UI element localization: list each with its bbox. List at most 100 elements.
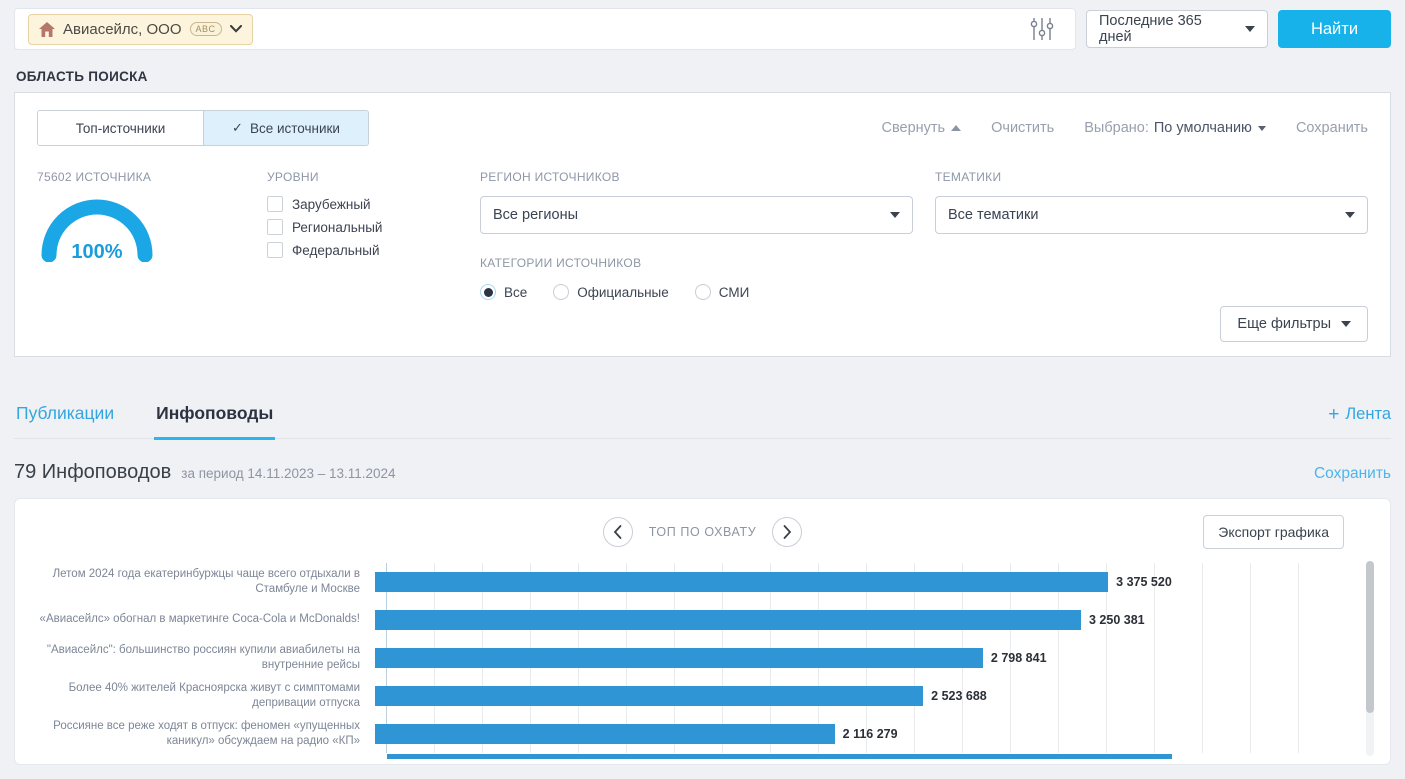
chart-row: Летом 2024 года екатеринбуржцы чаще всег…	[39, 563, 1322, 601]
tab-publications[interactable]: Публикации	[14, 403, 116, 440]
tab-infopovody[interactable]: Инфоповоды	[154, 403, 275, 440]
sources-tab-label: Все источники	[250, 121, 340, 136]
content-tabs: Публикации Инфоповоды + Лента	[14, 403, 1391, 439]
topics-block: ТЕМАТИКИ Все тематики	[935, 170, 1368, 300]
collapse-link[interactable]: Свернуть	[882, 120, 962, 136]
results-heading: 79 Инфоповодов за период 14.11.2023 – 13…	[14, 461, 1391, 484]
bar-cell: 2 523 688	[374, 677, 1322, 715]
period-select-value: Последние 365 дней	[1099, 13, 1235, 45]
chart-rows: Летом 2024 года екатеринбуржцы чаще всег…	[39, 563, 1322, 753]
checkbox[interactable]	[267, 196, 283, 212]
bar-label: Летом 2024 года екатеринбуржцы чаще всег…	[39, 567, 374, 597]
sources-count-label: 75602 ИСТОЧНИКА	[37, 170, 267, 184]
bar-value-label: 3 250 381	[1089, 613, 1145, 627]
plus-icon: +	[1328, 405, 1339, 424]
level-option-2[interactable]: Федеральный	[267, 242, 480, 258]
bar[interactable]	[375, 572, 1108, 592]
radio-button[interactable]	[480, 284, 496, 300]
region-select[interactable]: Все регионы	[480, 196, 913, 234]
filter-sliders-icon[interactable]	[1022, 9, 1062, 49]
search-area-panel: Топ-источники ✓Все источники Свернуть Очи…	[14, 92, 1391, 357]
chart-body: Летом 2024 года екатеринбуржцы чаще всег…	[39, 563, 1322, 759]
category-option-1[interactable]: Официальные	[553, 284, 669, 300]
export-chart-button[interactable]: Экспорт графика	[1203, 515, 1344, 549]
page: Авиасейлс, ООО ABC Последние 365 дней На…	[0, 0, 1405, 765]
bar[interactable]	[375, 648, 983, 668]
chevron-down-icon	[1345, 212, 1355, 218]
region-title: РЕГИОН ИСТОЧНИКОВ	[480, 170, 913, 184]
checkbox[interactable]	[267, 242, 283, 258]
bar-value-label: 3 375 520	[1116, 575, 1172, 589]
home-icon	[39, 22, 55, 37]
period-select[interactable]: Последние 365 дней	[1086, 10, 1268, 48]
sources-mode-tabs: Топ-источники ✓Все источники	[37, 110, 369, 146]
preset-select[interactable]: Выбрано: По умолчанию	[1084, 120, 1266, 136]
level-option-label: Региональный	[292, 220, 382, 235]
results-count: 79 Инфоповодов	[14, 461, 171, 484]
bar-cell: 2 116 279	[374, 715, 1322, 753]
top-bar: Авиасейлс, ООО ABC Последние 365 дней На…	[14, 8, 1391, 50]
bar[interactable]	[375, 686, 923, 706]
levels-title: УРОВНИ	[267, 170, 480, 184]
chart-row: "Авиасейлс": большинство россиян купили …	[39, 639, 1322, 677]
results-period: за период 14.11.2023 – 13.11.2024	[181, 466, 395, 481]
bar-label: "Авиасейлс": большинство россиян купили …	[39, 643, 374, 673]
company-chip[interactable]: Авиасейлс, ООО ABC	[28, 14, 253, 45]
bar-cell: 2 798 841	[374, 639, 1322, 677]
query-builder-bar[interactable]: Авиасейлс, ООО ABC	[14, 8, 1076, 50]
bar[interactable]	[375, 724, 835, 744]
bar-label: Россияне все реже ходят в отпуск: феноме…	[39, 719, 374, 749]
chevron-up-icon	[951, 125, 961, 131]
chart-scrollbar[interactable]	[1366, 561, 1374, 756]
topics-select[interactable]: Все тематики	[935, 196, 1368, 234]
chart-row: Более 40% жителей Красноярска живут с си…	[39, 677, 1322, 715]
chart-header: ТОП ПО ОХВАТУ Экспорт графика	[37, 515, 1368, 549]
level-option-label: Зарубежный	[292, 197, 371, 212]
more-filters-button[interactable]: Еще фильтры	[1220, 306, 1368, 342]
level-option-1[interactable]: Региональный	[267, 219, 480, 235]
categories-title: КАТЕГОРИИ ИСТОЧНИКОВ	[480, 256, 913, 270]
save-preset-link[interactable]: Сохранить	[1296, 120, 1368, 136]
chart-card: ТОП ПО ОХВАТУ Экспорт графика Летом 2024…	[14, 498, 1391, 765]
save-results-link[interactable]: Сохранить	[1314, 465, 1391, 483]
sources-tab-1[interactable]: ✓Все источники	[203, 111, 368, 145]
bar-label: «Авиасейлс» обогнал в маркетинге Coca-Co…	[39, 612, 374, 627]
checkbox[interactable]	[267, 219, 283, 235]
chevron-down-icon	[230, 25, 242, 33]
clear-link[interactable]: Очистить	[991, 120, 1054, 136]
level-option-0[interactable]: Зарубежный	[267, 196, 480, 212]
chevron-down-icon	[1341, 321, 1351, 327]
radio-button[interactable]	[695, 284, 711, 300]
chart-scrollbar-thumb[interactable]	[1366, 561, 1374, 713]
bar-cell: 3 375 520	[374, 563, 1322, 601]
panel-actions: Свернуть Очистить Выбрано: По умолчанию …	[882, 120, 1368, 136]
category-option-label: Официальные	[577, 285, 669, 300]
levels-options: Зарубежный Региональный Федеральный	[267, 196, 480, 258]
search-area-title: ОБЛАСТЬ ПОИСКА	[16, 69, 1389, 84]
chart-row: Россияне все реже ходят в отпуск: феноме…	[39, 715, 1322, 753]
category-option-0[interactable]: Все	[480, 284, 527, 300]
category-option-2[interactable]: СМИ	[695, 284, 750, 300]
bar-value-label: 2 798 841	[991, 651, 1047, 665]
chart-title: ТОП ПО ОХВАТУ	[649, 525, 757, 539]
topics-title: ТЕМАТИКИ	[935, 170, 1368, 184]
company-chip-label: Авиасейлс, ООО	[63, 21, 182, 38]
sources-count-block: 75602 ИСТОЧНИКА 100%	[37, 170, 267, 300]
add-feed-button[interactable]: + Лента	[1328, 405, 1391, 438]
levels-block: УРОВНИ Зарубежный Региональный Федеральный	[267, 170, 480, 300]
bar-value-label: 2 523 688	[931, 689, 987, 703]
bar-label: Более 40% жителей Красноярска живут с си…	[39, 681, 374, 711]
next-chart-button[interactable]	[772, 517, 802, 547]
abc-badge: ABC	[190, 22, 222, 36]
bar[interactable]	[375, 610, 1081, 630]
category-option-label: Все	[504, 285, 527, 300]
categories-options: Все Официальные СМИ	[480, 284, 913, 300]
chevron-down-icon	[1258, 126, 1266, 131]
topics-select-value: Все тематики	[948, 207, 1038, 223]
chevron-right-icon	[783, 525, 792, 539]
prev-chart-button[interactable]	[603, 517, 633, 547]
sources-tab-label: Топ-источники	[76, 121, 166, 136]
sources-tab-0[interactable]: Топ-источники	[38, 111, 203, 145]
radio-button[interactable]	[553, 284, 569, 300]
search-button[interactable]: Найти	[1278, 10, 1391, 48]
